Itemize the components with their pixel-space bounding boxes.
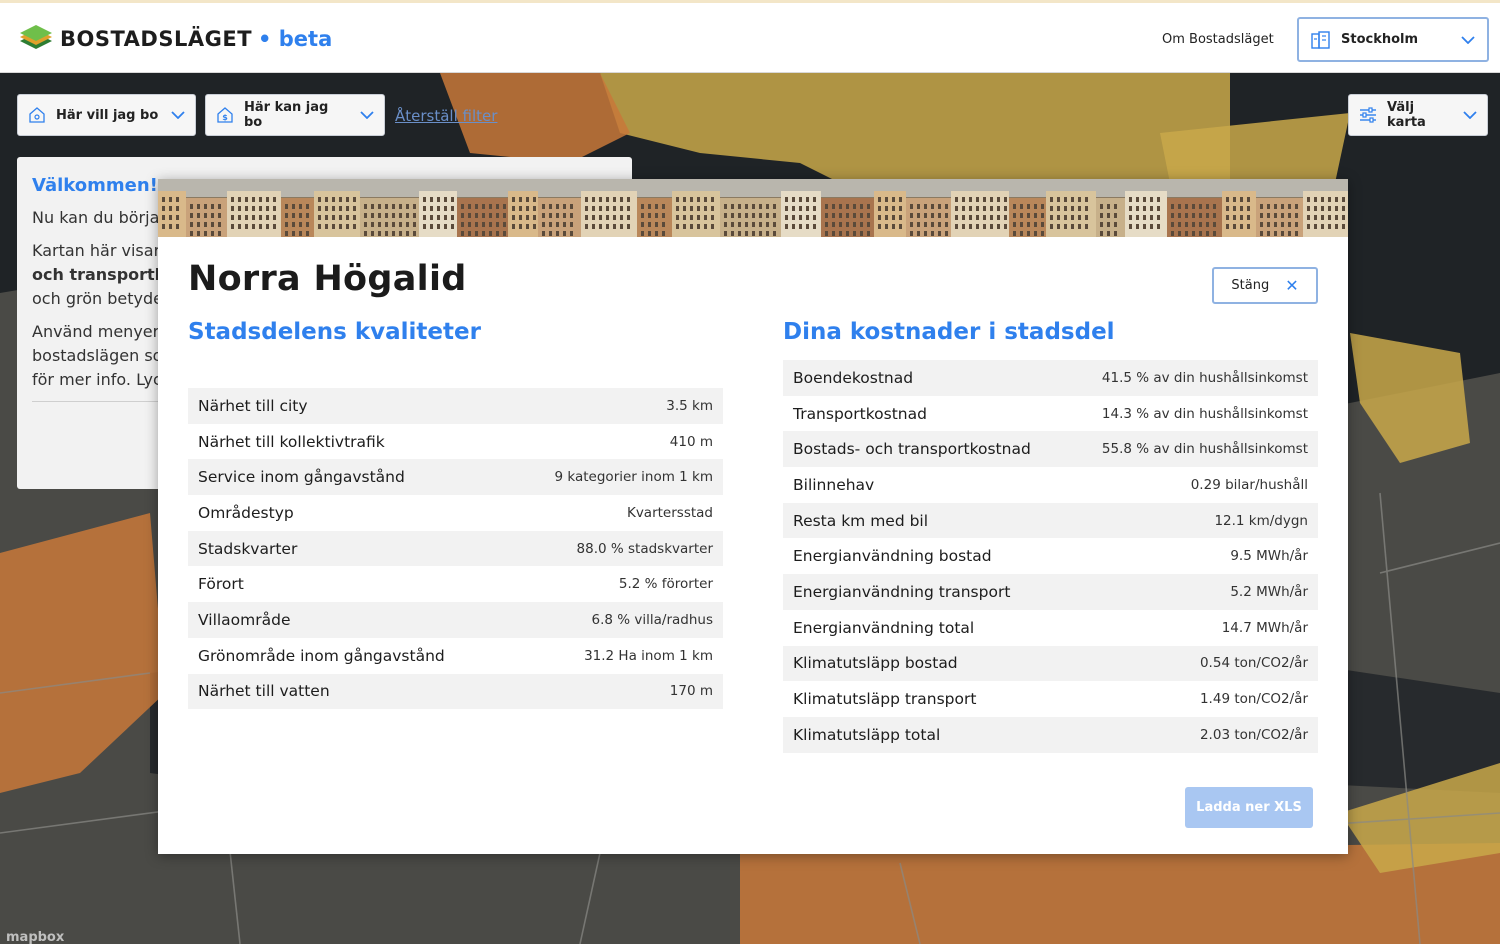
row-value: 88.0 % stadskvarter <box>576 540 713 557</box>
row-label: Service inom gångavstånd <box>198 468 405 487</box>
row-label: Energianvändning total <box>793 618 975 637</box>
table-row: Klimatutsläpp transport 1.49 ton/CO2/år <box>783 681 1318 717</box>
logo-beta: • beta <box>258 27 333 51</box>
row-label: Klimatutsläpp transport <box>793 690 977 709</box>
top-header: BOSTADSLÄGET • beta Om Bostadsläget Stoc… <box>0 0 1500 73</box>
mapbox-attribution[interactable]: mapbox <box>6 930 64 944</box>
row-value: 12.1 km/dygn <box>1214 512 1308 529</box>
table-row: Energianvändning transport 5.2 MWh/år <box>783 574 1318 610</box>
costs-table: Boendekostnad 41.5 % av din hushållsinkom… <box>783 360 1318 753</box>
table-row: Närhet till city 3.5 km <box>188 388 723 424</box>
row-value: 31.2 Ha inom 1 km <box>584 647 713 664</box>
costs-title: Dina kostnader i stadsdel <box>783 319 1115 345</box>
row-value: 2.03 ton/CO2/år <box>1199 726 1308 743</box>
table-row: Närhet till vatten 170 m <box>188 673 723 710</box>
table-row: Klimatutsläpp bostad 0.54 ton/CO2/år <box>783 645 1318 682</box>
row-value: 0.29 bilar/hushåll <box>1190 476 1308 493</box>
table-row: Bostads- och transportkostnad 55.8 % av d… <box>783 431 1318 468</box>
close-label: Stäng <box>1231 278 1270 293</box>
row-value: Kvartersstad <box>626 504 713 521</box>
logo-icon <box>20 25 52 49</box>
house-heart-icon <box>29 107 45 123</box>
row-value: 41.5 % av din hushållsinkomst <box>1101 369 1308 386</box>
row-value: 6.8 % villa/radhus <box>591 611 713 628</box>
row-value: 9 kategorier inom 1 km <box>554 469 713 486</box>
table-row: Grönområde inom gångavstånd 31.2 Ha inom … <box>188 638 723 674</box>
choose-map-button[interactable]: Välj karta <box>1348 94 1488 136</box>
table-row: Boendekostnad 41.5 % av din hushållsinkom… <box>783 360 1318 396</box>
district-modal: Norra Högalid Stäng ✕ Stadsdelens kvalit… <box>158 179 1348 854</box>
chevron-down-icon <box>360 111 374 119</box>
row-label: Förort <box>198 575 244 594</box>
svg-text:$: $ <box>222 113 228 122</box>
house-money-icon: $ <box>217 107 233 123</box>
row-label: Energianvändning transport <box>793 582 1011 601</box>
row-value: 170 m <box>669 683 713 700</box>
row-label: Bilinnehav <box>793 475 875 494</box>
buildings-icon <box>1311 30 1330 49</box>
table-row: Villaområde 6.8 % villa/radhus <box>188 602 723 638</box>
table-row: Resta km med bil 12.1 km/dygn <box>783 502 1318 539</box>
city-select-value: Stockholm <box>1341 32 1419 47</box>
close-button[interactable]: Stäng ✕ <box>1212 267 1318 304</box>
choose-map-label: Välj karta <box>1387 100 1426 130</box>
table-row: Närhet till kollektivtrafik 410 m <box>188 424 723 460</box>
row-label: Resta km med bil <box>793 511 929 530</box>
filter-can-live-label: Här kan jag bo <box>244 100 329 130</box>
filter-want-live-button[interactable]: Här vill jag bo <box>17 94 196 136</box>
row-label: Närhet till kollektivtrafik <box>198 432 385 451</box>
row-label: Områdestyp <box>198 503 294 522</box>
row-label: Bostads- och transportkostnad <box>793 440 1031 459</box>
table-row: Stadskvarter 88.0 % stadskvarter <box>188 530 723 567</box>
row-value: 5.2 % förorter <box>618 576 713 593</box>
qualities-title: Stadsdelens kvaliteter <box>188 319 481 345</box>
row-value: 9.5 MWh/år <box>1230 548 1308 565</box>
row-label: Närhet till city <box>198 396 308 415</box>
qualities-table: Närhet till city 3.5 km Närhet till kollek… <box>188 388 723 710</box>
table-row: Förort 5.2 % förorter <box>188 566 723 602</box>
district-title: Norra Högalid <box>188 259 467 299</box>
table-row: Transportkostnad 14.3 % av din hushållsin… <box>783 396 1318 432</box>
chevron-down-icon <box>1461 35 1475 44</box>
logo-text: BOSTADSLÄGET <box>60 27 253 51</box>
table-row: Bilinnehav 0.29 bilar/hushåll <box>783 467 1318 503</box>
city-select[interactable]: Stockholm <box>1297 17 1489 62</box>
row-label: Stadskvarter <box>198 539 298 558</box>
close-icon: ✕ <box>1285 276 1299 295</box>
row-label: Boendekostnad <box>793 368 914 387</box>
row-label: Grönområde inom gångavstånd <box>198 646 445 665</box>
row-label: Klimatutsläpp total <box>793 725 941 744</box>
table-row: Klimatutsläpp total 2.03 ton/CO2/år <box>783 716 1318 753</box>
table-row: Energianvändning total 14.7 MWh/år <box>783 610 1318 646</box>
row-value: 55.8 % av din hushållsinkomst <box>1101 441 1308 458</box>
nav-about-link[interactable]: Om Bostadsläget <box>1162 32 1274 47</box>
reset-filter-link[interactable]: Återställ filter <box>395 107 497 125</box>
row-label: Transportkostnad <box>793 404 927 423</box>
chevron-down-icon <box>1463 111 1477 119</box>
row-label: Närhet till vatten <box>198 682 330 701</box>
row-value: 14.3 % av din hushållsinkomst <box>1101 405 1308 422</box>
row-value: 3.5 km <box>666 397 713 414</box>
row-label: Klimatutsläpp bostad <box>793 654 958 673</box>
table-row: Service inom gångavstånd 9 kategorier ino… <box>188 459 723 496</box>
row-value: 14.7 MWh/år <box>1221 619 1308 636</box>
divider <box>32 401 162 402</box>
row-label: Villaområde <box>198 610 291 629</box>
table-row: Energianvändning bostad 9.5 MWh/år <box>783 538 1318 574</box>
row-value: 1.49 ton/CO2/år <box>1199 691 1308 708</box>
sliders-icon <box>1360 107 1376 123</box>
row-value: 5.2 MWh/år <box>1230 583 1308 600</box>
row-value: 0.54 ton/CO2/år <box>1199 655 1308 672</box>
banner-image <box>158 179 1348 237</box>
chevron-down-icon <box>171 111 185 119</box>
table-row: Områdestyp Kvartersstad <box>188 495 723 531</box>
row-label: Energianvändning bostad <box>793 547 992 566</box>
filter-can-live-button[interactable]: $ Här kan jag bo <box>205 94 385 136</box>
download-xls-button[interactable]: Ladda ner XLS <box>1185 787 1313 828</box>
row-value: 410 m <box>669 433 713 450</box>
filter-want-live-label: Här vill jag bo <box>56 107 159 123</box>
logo[interactable]: BOSTADSLÄGET • beta <box>18 25 332 53</box>
